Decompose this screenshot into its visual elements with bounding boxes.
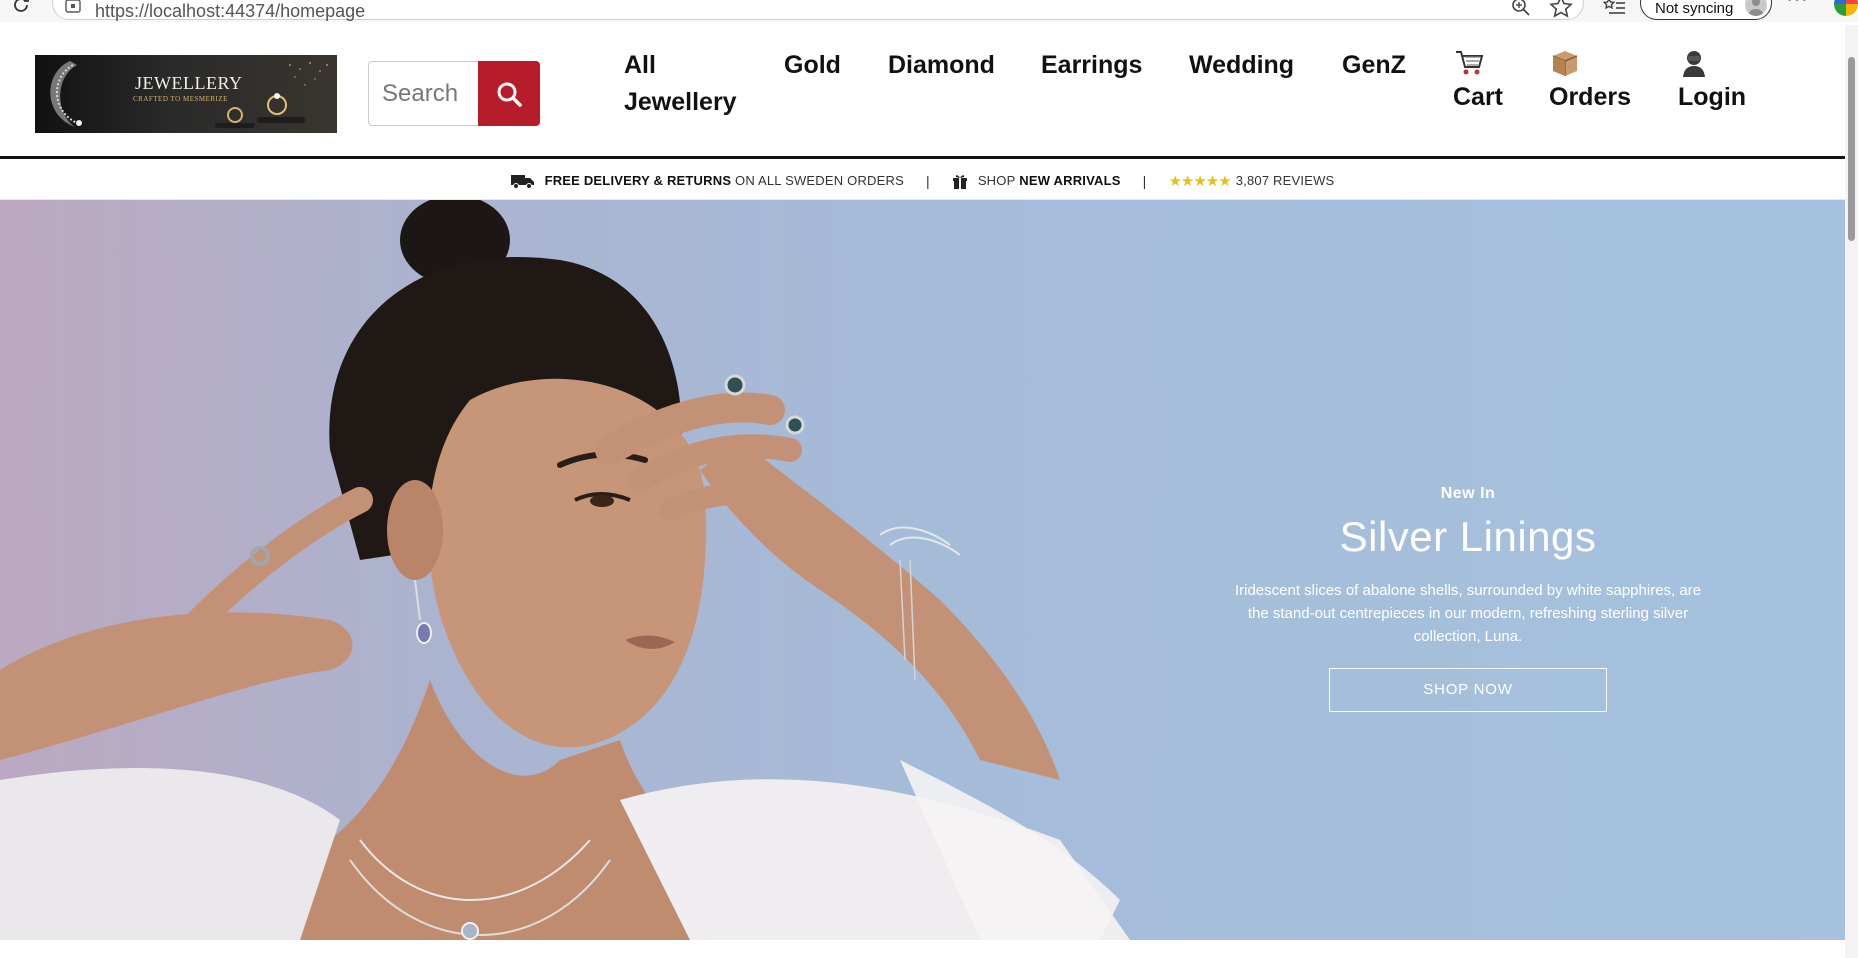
nav-all-jewellery[interactable]: All Jewellery [624,47,744,121]
profile-avatar-icon [1745,0,1767,16]
scrollbar-thumb[interactable] [1848,57,1855,241]
orders-label: Orders [1549,83,1631,111]
favorites-list-icon[interactable] [1603,0,1627,19]
site-logo[interactable]: JEWELLERY CRAFTED TO MESMERIZE [35,55,337,133]
package-icon [1552,51,1578,76]
delivery-detail: ON ALL SWEDEN ORDERS [735,173,904,188]
page-bottom-strip [0,940,1845,958]
logo-artwork [50,61,328,128]
nav-earrings[interactable]: Earrings [1041,47,1142,84]
rating-stars-icon: ★★★★★ [1168,172,1231,190]
browser-toolbar: https://localhost:44374/homepage Not syn… [0,0,1858,22]
logo-tagline: CRAFTED TO MESMERIZE [133,95,228,103]
nav-wedding[interactable]: Wedding [1189,47,1294,84]
zoom-icon[interactable] [1510,0,1532,18]
reviews-promo[interactable]: ★★★★★ 3,807 REVIEWS [1168,172,1334,190]
delivery-highlight: FREE DELIVERY & RETURNS [544,173,732,188]
logo-title: JEWELLERY [135,73,243,93]
site-info-icon[interactable] [65,0,81,13]
gift-icon [952,174,967,189]
nav-genz[interactable]: GenZ [1342,47,1406,84]
hero-copy: New In Silver Linings Iridescent slices … [1230,485,1706,712]
favorite-star-icon[interactable] [1549,0,1573,19]
sync-status: Not syncing [1655,0,1734,17]
hero-banner: New In Silver Linings Iridescent slices … [0,200,1845,940]
shop-prefix: SHOP [977,173,1016,188]
url-text[interactable]: https://localhost:44374/homepage [95,1,365,22]
login-label: Login [1678,83,1747,111]
site-header: JEWELLERY CRAFTED TO MESMERIZE All Jewel… [0,25,1845,159]
user-icon [1683,51,1705,77]
cart-icon [1456,51,1484,75]
truck-icon [510,174,534,189]
login-link[interactable]: Login [1678,47,1746,112]
copilot-icon[interactable] [1834,0,1858,16]
hero-model-image [0,200,1130,940]
profile-sync-button[interactable]: Not syncing [1640,0,1772,20]
promo-divider: | [925,172,930,189]
promo-divider: | [1142,172,1147,189]
orders-link[interactable]: Orders [1549,47,1631,112]
promo-banner: FREE DELIVERY & RETURNS ON ALL SWEDEN OR… [0,162,1845,200]
shop-now-button[interactable]: SHOP NOW [1329,668,1607,712]
more-options-icon[interactable]: ⋯ [1786,0,1809,12]
nav-diamond[interactable]: Diamond [888,47,995,84]
hero-description: Iridescent slices of abalone shells, sur… [1234,582,1702,645]
search-input[interactable] [368,61,478,126]
hero-eyebrow: New In [1440,485,1496,502]
delivery-promo[interactable]: FREE DELIVERY & RETURNS ON ALL SWEDEN OR… [510,173,904,189]
nav-gold[interactable]: Gold [784,47,841,84]
search-button[interactable] [478,61,540,126]
address-bar[interactable]: https://localhost:44374/homepage [52,0,1584,22]
page-scrollbar[interactable] [1845,25,1858,958]
new-arrivals-promo[interactable]: SHOP NEW ARRIVALS [952,173,1121,189]
cart-label: Cart [1453,83,1504,111]
hero-title: Silver Linings [1339,513,1597,560]
search-icon [497,82,522,107]
reviews-count: 3,807 REVIEWS [1235,173,1335,188]
new-arrivals-link[interactable]: NEW ARRIVALS [1019,173,1120,188]
reload-icon[interactable] [10,0,32,16]
cart-link[interactable]: Cart [1453,47,1503,112]
